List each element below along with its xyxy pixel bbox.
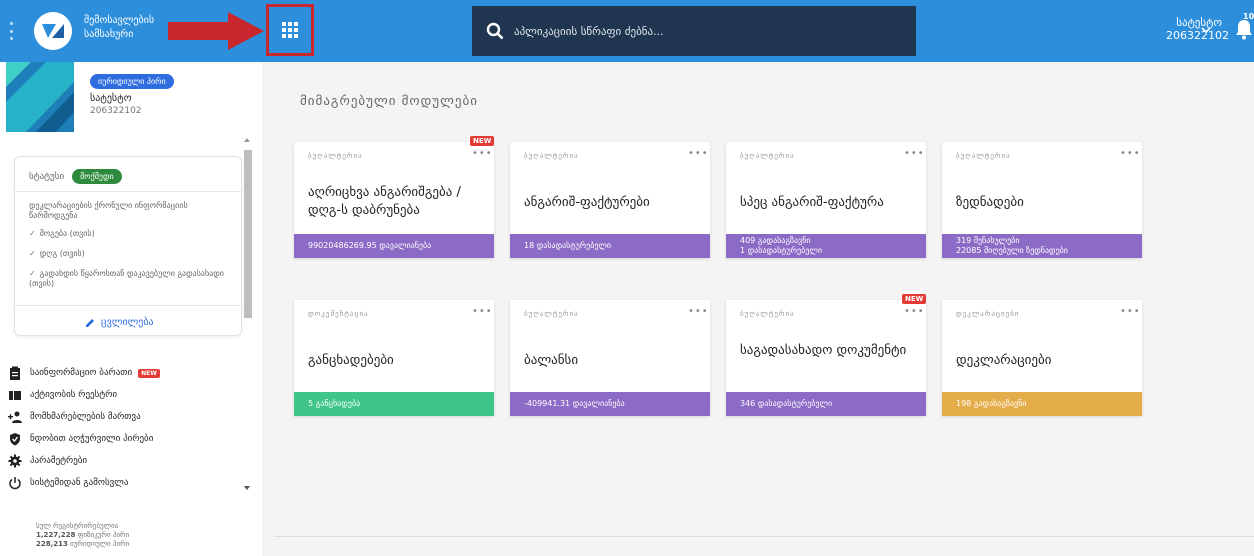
red-arrow-icon [168, 12, 264, 50]
rs-logo-icon [34, 12, 72, 50]
status-label: სტატუსი [29, 171, 65, 182]
more-options-icon[interactable]: ••• [1120, 306, 1141, 317]
edit-button[interactable]: ცვლილება [85, 317, 154, 328]
card-category: ბუღალტერია [524, 152, 579, 160]
card-footer: 99020486269.95 დავალიანება [294, 234, 494, 258]
new-badge: NEW [902, 294, 927, 304]
more-options-icon[interactable]: ••• [1120, 148, 1141, 159]
card-category: ბუღალტერია [740, 310, 795, 318]
more-options-icon[interactable]: ••• [472, 148, 493, 159]
check-item: ✓ მოგება (თვის) [29, 229, 95, 238]
top-bar: შემოსავლების სამსახური სატესტო 206322102… [0, 0, 1254, 62]
card-footer: 198 გადასაგზავნი [942, 392, 1142, 416]
module-card[interactable]: ბუღალტერია ••• სპეც ანგარიშ-ფაქტურა 409 … [726, 142, 926, 258]
card-category: დოკუმენტაცია [308, 310, 369, 318]
entity-type-badge: იურიდიული პირი [90, 74, 174, 89]
new-badge: NEW [470, 136, 495, 146]
module-card[interactable]: ბუღალტერია ••• NEW აღრიცხვა ანგარიშგება … [294, 136, 495, 258]
sidebar: იურიდიული პირი სატესტო 206322102 სტატუსი… [0, 62, 262, 556]
shield-icon [10, 433, 20, 446]
check-item: ✓ გადახდის წყაროსთან დაკავებული გადასახად… [29, 269, 224, 288]
card-category: ბუღალტერია [956, 152, 1011, 160]
sidebar-item-trusted-persons[interactable]: ნდობით აღჭურვილი პირები [0, 428, 242, 450]
sidebar-item-user-management[interactable]: მომხმარებლების მართვა [0, 406, 242, 428]
card-category: ბუღალტერია [308, 152, 363, 160]
module-card[interactable]: ბუღალტერია ••• ანგარიშ-ფაქტურები 18 დასა… [510, 142, 710, 258]
card-title: ბალანსი [524, 353, 579, 368]
registration-stats: სულ რეგისტრირებულია 1,227,228 ფიზიკური პ… [36, 522, 130, 548]
card-title: საგადასახადო დოკუმენტი [740, 343, 907, 358]
gear-icon [8, 454, 22, 468]
more-options-icon[interactable]: ••• [904, 148, 925, 159]
module-card[interactable]: დეკლარაციები ••• დეკლარაციები 198 გადასა… [942, 300, 1142, 416]
menu-dots-icon[interactable] [10, 22, 14, 40]
sidebar-item-logout[interactable]: სისტემიდან გამოსვლა [0, 472, 242, 494]
card-category: დეკლარაციები [956, 310, 1020, 318]
brand-name: შემოსავლების სამსახური [84, 15, 155, 40]
card-title: დეკლარაციები [956, 353, 1052, 368]
apps-grid-button[interactable] [266, 4, 314, 56]
apps-grid-icon [282, 22, 298, 38]
card-footer: -409941.31 დავალიანება [510, 392, 710, 416]
sidebar-item-info-card[interactable]: საინფორმაციო ბარათი NEW [0, 362, 242, 384]
checkmark-icon: ✓ [29, 249, 36, 258]
card-footer: 409 გადასაგზავნი 1 დასადასტურებელი [726, 234, 926, 258]
search-bar [472, 6, 916, 56]
sidebar-item-activity-registry[interactable]: აქტივობის რეესტრი [0, 384, 242, 406]
power-icon [9, 477, 21, 490]
card-title: განცხადებები [308, 353, 394, 368]
checkmark-icon: ✓ [29, 269, 36, 278]
checkmark-icon: ✓ [29, 229, 36, 238]
card-category: ბუღალტერია [740, 152, 795, 160]
notification-count: 10 [1243, 12, 1254, 21]
add-user-icon [8, 411, 22, 423]
sidebar-scrollbar[interactable] [242, 140, 252, 482]
profile-header: იურიდიული პირი სატესტო 206322102 [0, 62, 262, 132]
card-title: აღრიცხვა ანგარიშგება / დღგ-ს დაბრუნება [308, 185, 461, 218]
card-title: ზედნადები [956, 195, 1024, 210]
profile-image [6, 62, 74, 132]
profile-id: 206322102 [90, 106, 142, 116]
search-icon[interactable] [486, 22, 504, 40]
status-badge: მოქმედი [72, 169, 122, 184]
profile-name: სატესტო [90, 93, 132, 104]
module-card[interactable]: ბუღალტერია ••• ზედნადები 319 შენახულები 2… [942, 142, 1142, 258]
new-badge: NEW [138, 368, 160, 378]
status-card: სტატუსი მოქმედი დეკლარაციების ქრონული ინ… [14, 156, 243, 336]
user-id: 206322102 [1166, 29, 1229, 42]
chevron-down-icon[interactable] [1200, 24, 1212, 36]
check-item: ✓ დღგ (თვის) [29, 249, 85, 258]
page-title: მიმაგრებული მოდულები [300, 94, 478, 109]
card-title: ანგარიშ-ფაქტურები [524, 195, 650, 210]
more-options-icon[interactable]: ••• [472, 306, 493, 317]
sidebar-item-settings[interactable]: პარამეტრები [0, 450, 242, 472]
module-card[interactable]: დოკუმენტაცია ••• განცხადებები 5 განცხადე… [294, 300, 494, 416]
book-icon [9, 391, 21, 400]
card-footer: 18 დასადასტურებელი [510, 234, 710, 258]
card-category: ბუღალტერია [524, 310, 579, 318]
card-footer: 346 დასადასტურებელი [726, 392, 926, 416]
card-footer: 5 განცხადება [294, 392, 494, 416]
more-options-icon[interactable]: ••• [904, 306, 925, 317]
scroll-down-arrow[interactable] [244, 486, 250, 490]
bell-icon[interactable] [1234, 18, 1254, 40]
sidebar-menu: საინფორმაციო ბარათი NEW აქტივობის რეესტრ… [0, 362, 242, 494]
card-title: სპეც ანგარიშ-ფაქტურა [740, 195, 884, 210]
user-name: სატესტო [1176, 16, 1222, 29]
footer-divider [274, 536, 1254, 537]
module-card[interactable]: ბუღალტერია ••• ბალანსი -409941.31 დავალი… [510, 300, 710, 416]
pencil-icon [86, 318, 94, 327]
search-input[interactable] [514, 24, 894, 38]
user-menu[interactable]: სატესტო 206322102 [1166, 16, 1229, 42]
more-options-icon[interactable]: ••• [688, 148, 709, 159]
clipboard-icon [10, 366, 20, 380]
module-card[interactable]: ბუღალტერია ••• NEW საგადასახადო დოკუმენტ… [726, 294, 927, 416]
card-footer: 319 შენახულები 22085 მიღებული ზედნადები [942, 234, 1142, 258]
more-options-icon[interactable]: ••• [688, 306, 709, 317]
declaration-title: დეკლარაციების ქრონული ინფორმაციის წარმოდ… [29, 201, 188, 220]
